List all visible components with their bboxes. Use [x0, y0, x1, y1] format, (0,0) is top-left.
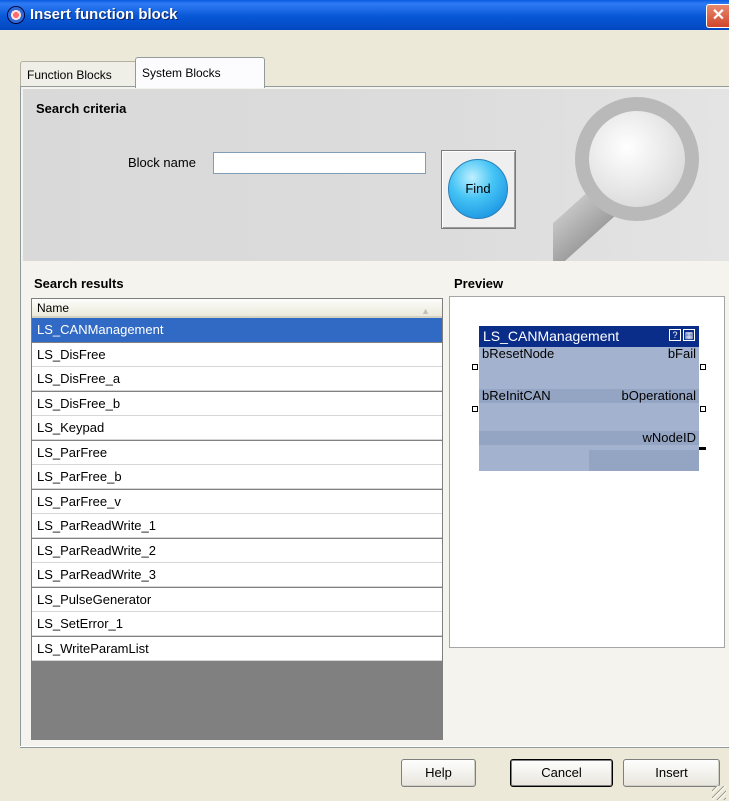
block-band [589, 450, 699, 471]
help-button[interactable]: Help [401, 759, 476, 787]
output-pin-connector[interactable] [700, 364, 706, 370]
function-block-header: LS_CANManagement ? ▦ [479, 326, 699, 347]
input-pin-connector[interactable] [472, 364, 478, 370]
list-item[interactable]: LS_SetError_1 [32, 612, 442, 636]
list-item[interactable]: LS_ParReadWrite_2 [32, 538, 442, 563]
input-pin-connector[interactable] [472, 406, 478, 412]
list-item[interactable]: LS_DisFree [32, 342, 442, 367]
window-title: Insert function block [30, 6, 178, 23]
output-pin-label: bOperational [621, 388, 696, 403]
search-criteria-panel [23, 89, 729, 261]
list-item[interactable]: LS_ParReadWrite_3 [32, 563, 442, 587]
block-name-input[interactable] [213, 152, 426, 174]
output-pin-label: wNodeID [642, 430, 696, 445]
separator [20, 746, 728, 747]
list-item[interactable]: LS_DisFree_a [32, 367, 442, 391]
resize-grip-icon[interactable] [712, 786, 726, 800]
search-criteria-title: Search criteria [36, 101, 127, 116]
tab-function-blocks[interactable]: Function Blocks [20, 61, 142, 86]
title-bar[interactable]: Insert function block ✕ [0, 0, 729, 30]
properties-icon: ▦ [683, 329, 695, 341]
input-pin-label: bReInitCAN [482, 388, 551, 403]
function-block-graphic[interactable]: LS_CANManagement ? ▦ bResetNode bFail bR… [472, 326, 706, 471]
input-pin-label: bResetNode [482, 346, 555, 361]
list-item[interactable]: LS_Keypad [32, 416, 442, 440]
list-item[interactable]: LS_WriteParamList [32, 636, 442, 661]
magnifier-graphic [553, 89, 729, 261]
name-column-label: Name [37, 301, 70, 315]
help-icon: ? [669, 329, 681, 341]
app-icon [8, 7, 24, 23]
function-block-name: LS_CANManagement [483, 328, 620, 344]
search-results-list[interactable]: Name ▲ LS_CANManagement LS_DisFree LS_DisF… [31, 298, 443, 740]
find-button[interactable]: Find [448, 159, 508, 219]
block-name-label: Block name [128, 155, 196, 170]
preview-pane: LS_CANManagement ? ▦ bResetNode bFail bR… [449, 296, 725, 648]
output-pin-connector[interactable] [699, 447, 706, 450]
list-item[interactable]: LS_ParFree [32, 440, 442, 465]
name-column-header[interactable]: Name ▲ [32, 299, 442, 318]
insert-button[interactable]: Insert [623, 759, 720, 787]
close-button[interactable]: ✕ [706, 4, 729, 28]
list-item[interactable]: LS_PulseGenerator [32, 587, 442, 612]
tab-system-blocks[interactable]: System Blocks [135, 57, 265, 88]
search-results-title: Search results [34, 276, 124, 291]
list-item[interactable]: LS_ParFree_v [32, 489, 442, 514]
list-item[interactable]: LS_ParFree_b [32, 465, 442, 489]
cancel-button[interactable]: Cancel [510, 759, 613, 787]
output-pin-label: bFail [667, 346, 696, 361]
list-item[interactable]: LS_CANManagement [32, 318, 442, 342]
list-item[interactable]: LS_ParReadWrite_1 [32, 514, 442, 538]
find-button-frame: Find [441, 150, 516, 229]
list-item[interactable]: LS_DisFree_b [32, 391, 442, 416]
output-pin-connector[interactable] [700, 406, 706, 412]
preview-title: Preview [454, 276, 504, 291]
